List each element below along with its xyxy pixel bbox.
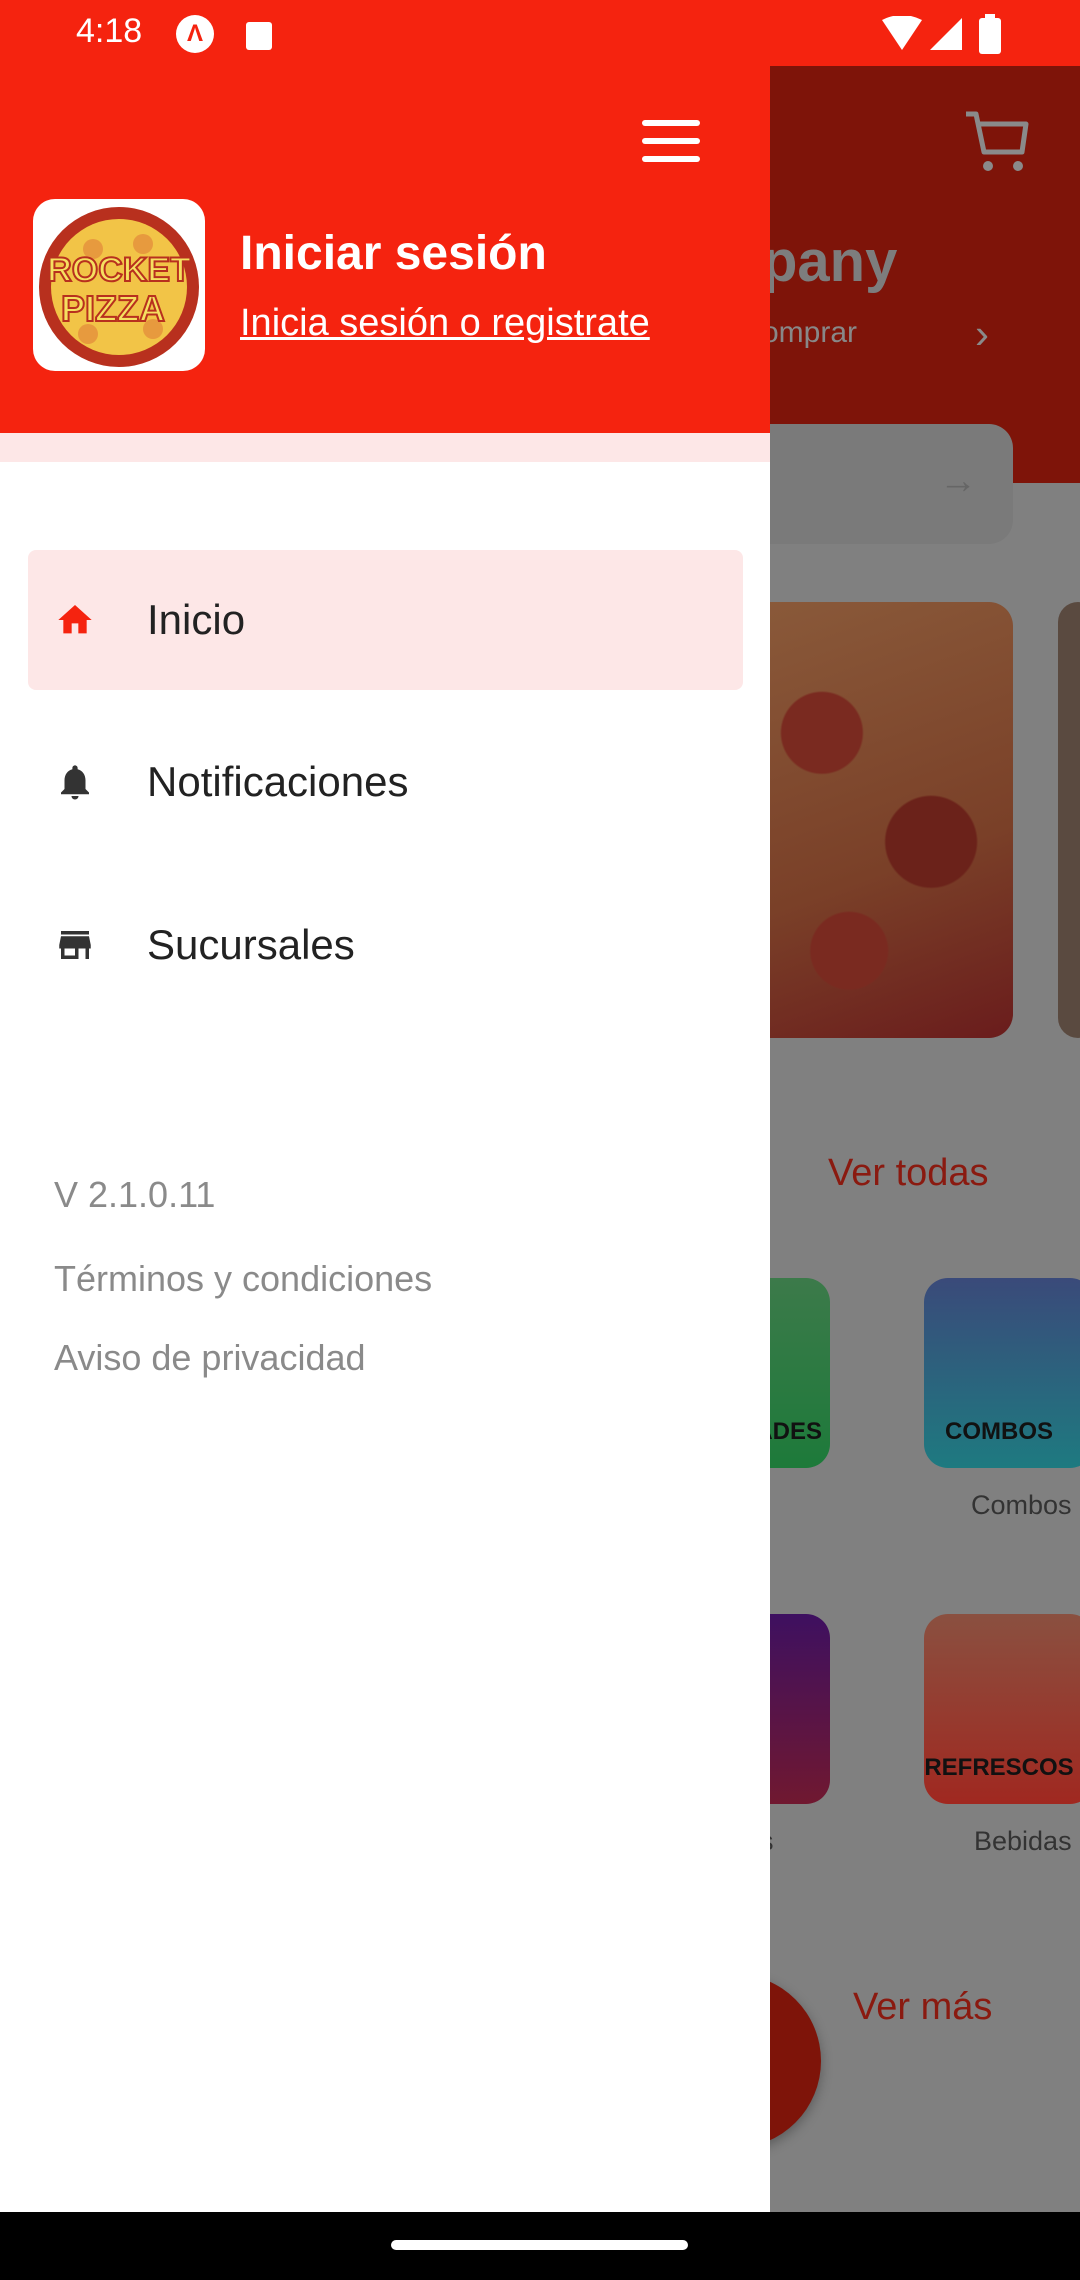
home-icon	[28, 600, 128, 640]
status-time: 4:18	[76, 12, 143, 50]
drawer-item-sucursales[interactable]: Sucursales	[28, 875, 743, 1015]
category-label-combos: Combos	[971, 1490, 1072, 1520]
arrow-right-icon: →	[939, 460, 977, 502]
navigation-bar	[0, 2212, 1080, 2280]
category-tile-refrescos: REFRESCOS	[924, 1614, 1080, 1804]
store-icon	[28, 924, 128, 966]
see-all-link: Ver todas	[828, 1152, 989, 1194]
svg-text:PIZZA: PIZZA	[61, 288, 165, 329]
chevron-right-icon: ›	[975, 310, 989, 357]
drawer-item-inicio[interactable]: Inicio	[28, 550, 743, 690]
cart-icon	[966, 111, 1029, 171]
wifi-icon	[882, 16, 922, 50]
rocket-pizza-logo: ROCKET PIZZA	[33, 199, 205, 371]
svg-text:ROCKET: ROCKET	[47, 251, 191, 289]
header-divider	[0, 433, 770, 462]
app-notification-icon: Λ	[176, 15, 214, 53]
drawer-item-label: Inicio	[147, 596, 246, 643]
login-register-link[interactable]: Inicia sesión o registrate	[240, 302, 650, 345]
login-title: Iniciar sesión	[240, 227, 547, 280]
promo-image-pizza	[740, 602, 1013, 1038]
signal-icon	[930, 18, 962, 50]
app-version: V 2.1.0.11	[54, 1174, 216, 1215]
privacy-link[interactable]: Aviso de privacidad	[54, 1337, 366, 1379]
bell-icon	[28, 761, 128, 803]
see-more-link: Ver más	[853, 1986, 993, 2028]
navigation-drawer: ROCKET PIZZA Iniciar sesión Inicia sesió…	[0, 0, 770, 2212]
text-notification-icon	[246, 22, 272, 50]
background-title: pany	[762, 229, 898, 294]
battery-icon	[979, 14, 1001, 54]
status-bar: 4:18 Λ	[0, 0, 1080, 66]
drawer-item-label: Notificaciones	[147, 758, 409, 805]
terms-link[interactable]: Términos y condiciones	[54, 1258, 432, 1300]
background-search-bar: →	[740, 424, 1013, 544]
drawer-item-label: Sucursales	[147, 921, 355, 968]
drawer-item-notificaciones[interactable]: Notificaciones	[28, 712, 743, 852]
category-tile-combos: COMBOS	[924, 1278, 1080, 1468]
category-label-bebidas: Bebidas	[974, 1826, 1072, 1856]
background-subtitle: omprar	[762, 316, 858, 349]
home-gesture-handle[interactable]	[391, 2240, 688, 2250]
promo-image-next	[1058, 602, 1080, 1038]
menu-button[interactable]	[640, 120, 702, 168]
